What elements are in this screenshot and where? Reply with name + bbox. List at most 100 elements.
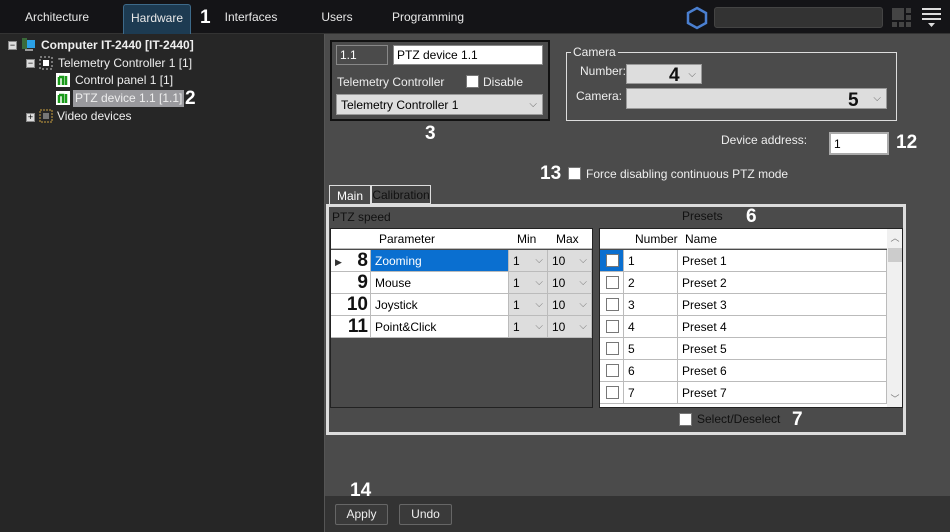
video-devices-icon	[39, 109, 53, 123]
table-row[interactable]: 11 Point&Click 1 ⌵ 10 ⌵	[331, 316, 592, 338]
scroll-up-icon[interactable]: ︿	[887, 231, 902, 244]
select-deselect-checkbox[interactable]	[679, 413, 692, 426]
preset-name-cell[interactable]: Preset 5	[678, 338, 887, 360]
preset-number-cell: 4	[624, 316, 678, 338]
table-row[interactable]: 10 Joystick 1 ⌵ 10 ⌵	[331, 294, 592, 316]
table-row[interactable]: ▶ 8 Zooming 1 ⌵ 10 ⌵	[331, 250, 592, 272]
preset-name-cell[interactable]: Preset 7	[678, 382, 887, 404]
preset-checkbox-cell[interactable]	[600, 360, 624, 382]
chevron-down-icon: ⌵	[688, 69, 696, 80]
scroll-thumb[interactable]	[888, 248, 902, 262]
parameter-cell[interactable]: Zooming	[371, 250, 509, 272]
column-header-number[interactable]: Number	[635, 229, 678, 249]
preset-checkbox-cell[interactable]	[600, 250, 624, 272]
column-header-name[interactable]: Name	[685, 229, 717, 249]
tab-calibration[interactable]: Calibration	[371, 185, 431, 204]
presets-scrollbar[interactable]: ︿ ﹀	[887, 229, 902, 407]
scroll-down-icon[interactable]: ﹀	[887, 392, 902, 405]
column-header-max[interactable]: Max	[556, 229, 579, 249]
camera-number-select[interactable]: ⌵	[626, 64, 702, 84]
table-row[interactable]: 9 Mouse 1 ⌵ 10 ⌵	[331, 272, 592, 294]
collapse-toggle[interactable]: −	[8, 41, 17, 50]
tab-architecture[interactable]: Architecture	[14, 4, 100, 34]
min-select[interactable]: 1 ⌵	[509, 250, 548, 272]
parameter-cell[interactable]: Joystick	[371, 294, 509, 316]
table-row[interactable]: 4 Preset 4	[600, 316, 887, 338]
ptz-speed-table: Parameter Min Max ▶ 8 Zooming 1 ⌵ 10 ⌵ 9 M…	[330, 228, 593, 408]
preset-checkbox[interactable]	[606, 254, 619, 267]
max-select[interactable]: 10 ⌵	[548, 272, 592, 294]
disable-label: Disable	[483, 75, 524, 89]
min-value: 1	[513, 320, 520, 334]
disable-checkbox[interactable]	[466, 75, 479, 88]
device-name-field[interactable]	[393, 45, 543, 65]
force-disable-checkbox[interactable]	[568, 167, 581, 180]
max-select[interactable]: 10 ⌵	[548, 316, 592, 338]
table-row[interactable]: 1 Preset 1	[600, 250, 887, 272]
callout-6: 6	[746, 206, 757, 227]
preset-name-cell[interactable]: Preset 4	[678, 316, 887, 338]
device-id-field[interactable]	[336, 45, 388, 65]
preset-checkbox[interactable]	[606, 386, 619, 399]
chevron-down-icon: ⌵	[579, 255, 587, 266]
callout-12: 12	[896, 132, 918, 153]
tab-hardware[interactable]: Hardware	[123, 4, 191, 34]
callout-3: 3	[425, 123, 436, 144]
tree-node-telemetry-controller[interactable]: Telemetry Controller 1 [1]	[58, 55, 192, 72]
hexagon-logo-icon[interactable]	[686, 6, 708, 30]
min-select[interactable]: 1 ⌵	[509, 294, 548, 316]
preset-name-cell[interactable]: Preset 6	[678, 360, 887, 382]
telemetry-controller-label: Telemetry Controller	[337, 75, 445, 89]
table-row[interactable]: 6 Preset 6	[600, 360, 887, 382]
table-row[interactable]: 5 Preset 5	[600, 338, 887, 360]
preset-name-cell[interactable]: Preset 2	[678, 272, 887, 294]
preset-checkbox[interactable]	[606, 364, 619, 377]
preset-checkbox-cell[interactable]	[600, 294, 624, 316]
computer-icon	[22, 38, 35, 51]
min-select[interactable]: 1 ⌵	[509, 272, 548, 294]
table-row[interactable]: 3 Preset 3	[600, 294, 887, 316]
telemetry-controller-select[interactable]: Telemetry Controller 1 ⌵	[336, 94, 543, 115]
parameter-cell[interactable]: Point&Click	[371, 316, 509, 338]
number-label: Number:	[580, 64, 627, 78]
callout-4: 4	[669, 65, 680, 86]
undo-button[interactable]: Undo	[399, 504, 452, 525]
preset-checkbox[interactable]	[606, 276, 619, 289]
preset-name-cell[interactable]: Preset 3	[678, 294, 887, 316]
device-address-field[interactable]	[829, 132, 889, 155]
layout-grid-icon[interactable]	[892, 8, 912, 28]
menu-icon[interactable]	[922, 8, 942, 28]
table-row[interactable]: 2 Preset 2	[600, 272, 887, 294]
column-header-min[interactable]: Min	[517, 229, 536, 249]
preset-checkbox[interactable]	[606, 342, 619, 355]
max-select[interactable]: 10 ⌵	[548, 250, 592, 272]
expand-toggle[interactable]: +	[26, 113, 35, 122]
preset-checkbox-cell[interactable]	[600, 382, 624, 404]
callout-8: 8	[357, 250, 368, 271]
tree-node-computer[interactable]: Computer IT-2440 [IT-2440]	[41, 37, 194, 54]
tab-main[interactable]: Main	[329, 185, 371, 205]
tree-node-video-devices[interactable]: Video devices	[57, 108, 132, 125]
parameter-cell[interactable]: Mouse	[371, 272, 509, 294]
collapse-toggle[interactable]: −	[26, 59, 35, 68]
column-header-parameter[interactable]: Parameter	[379, 229, 435, 249]
tree-node-control-panel[interactable]: Control panel 1 [1]	[75, 72, 173, 89]
preset-checkbox-cell[interactable]	[600, 316, 624, 338]
ptz-icon	[56, 73, 70, 87]
tree-node-ptz-device[interactable]: PTZ device 1.1 [1.1]	[73, 90, 185, 107]
max-select[interactable]: 10 ⌵	[548, 294, 592, 316]
preset-name-cell[interactable]: Preset 1	[678, 250, 887, 272]
chevron-down-icon: ⌵	[579, 277, 587, 288]
min-select[interactable]: 1 ⌵	[509, 316, 548, 338]
tab-interfaces[interactable]: Interfaces	[216, 4, 286, 34]
preset-checkbox[interactable]	[606, 320, 619, 333]
tab-users[interactable]: Users	[310, 4, 364, 34]
table-row-partial	[600, 404, 887, 407]
apply-button[interactable]: Apply	[335, 504, 388, 525]
preset-checkbox[interactable]	[606, 298, 619, 311]
tab-programming[interactable]: Programming	[388, 4, 468, 34]
preset-checkbox-cell[interactable]	[600, 272, 624, 294]
preset-checkbox-cell[interactable]	[600, 338, 624, 360]
search-input[interactable]	[714, 7, 883, 28]
table-row[interactable]: 7 Preset 7	[600, 382, 887, 404]
